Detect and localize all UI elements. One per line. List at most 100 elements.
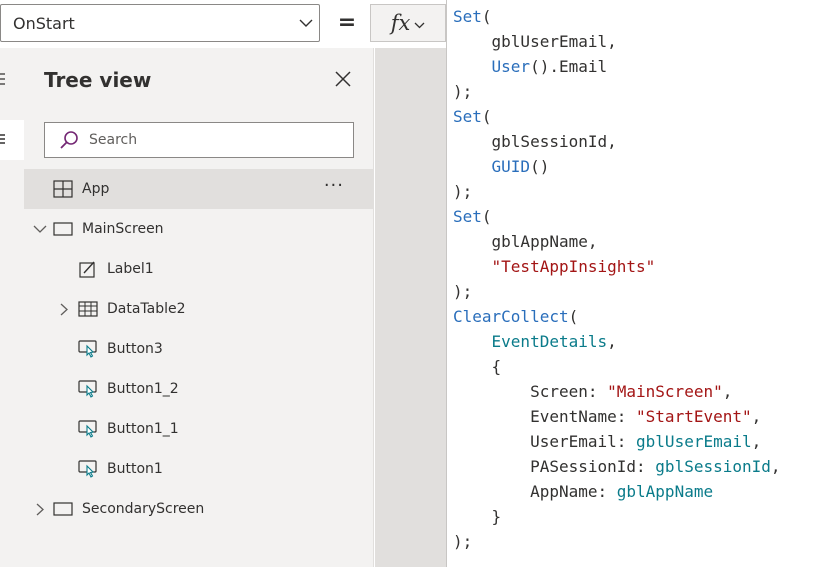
tree-item-label: Button3 — [107, 341, 163, 357]
equals-sign: = — [337, 10, 357, 35]
code-token: , — [770, 457, 781, 476]
tree-view-pane: Tree view App ··· MainScreen Label1 — [24, 48, 374, 567]
close-button[interactable] — [330, 68, 356, 94]
code-token: ( — [481, 107, 492, 126]
code-token: EventName: — [530, 407, 637, 426]
code-token: gblAppName, — [491, 232, 598, 251]
code-line: EventDetails, — [453, 329, 617, 354]
property-value: OnStart — [13, 13, 75, 33]
code-line: User().Email — [453, 54, 608, 79]
code-line: } — [453, 504, 502, 529]
code-token: gblUserEmail — [636, 432, 752, 451]
code-token: gblAppName — [616, 482, 714, 501]
code-token: Screen: — [530, 382, 608, 401]
code-line: gblUserEmail, — [453, 29, 617, 54]
code-token: , — [607, 332, 617, 351]
code-line: Screen: "MainScreen", — [453, 379, 732, 404]
chevron-right-icon[interactable] — [32, 503, 48, 516]
tree-item-label: SecondaryScreen — [82, 501, 205, 517]
code-line: ClearCollect( — [453, 304, 578, 329]
code-line: PASessionId: gblSessionId, — [453, 454, 781, 479]
left-rail — [0, 48, 24, 567]
tree-item-mainscreen[interactable]: MainScreen — [24, 209, 374, 249]
layers-icon — [0, 131, 6, 150]
list-icon — [0, 71, 6, 90]
code-token: User — [491, 57, 531, 76]
code-line: EventName: "StartEvent", — [453, 404, 761, 429]
search-icon — [45, 130, 87, 150]
tree-item-label: Button1_2 — [107, 381, 179, 397]
code-line: ); — [453, 79, 472, 104]
code-token: PASessionId: — [530, 457, 656, 476]
chevron-down-icon — [414, 14, 425, 33]
fx-icon: fx — [390, 11, 411, 35]
chevron-down-icon — [293, 19, 319, 28]
tree-item-label: Button1 — [107, 461, 163, 477]
code-line: Set( — [453, 104, 492, 129]
code-token: Set — [453, 7, 482, 26]
code-line: ); — [453, 529, 472, 554]
chevron-down-icon[interactable] — [32, 225, 48, 234]
tree-item-secondaryscreen[interactable]: SecondaryScreen — [24, 489, 374, 529]
search-input[interactable] — [87, 131, 341, 149]
code-token: "TestAppInsights" — [491, 257, 656, 276]
tree-item-label: App — [82, 181, 110, 197]
tree-item-datatable2[interactable]: DataTable2 — [24, 289, 374, 329]
fx-button[interactable]: fx — [370, 4, 446, 42]
property-dropdown[interactable]: OnStart — [0, 4, 320, 42]
code-token: gblSessionId — [655, 457, 771, 476]
code-token: ); — [453, 532, 473, 551]
code-line: ); — [453, 279, 472, 304]
code-token: ); — [453, 282, 473, 301]
tree-item-button1[interactable]: Button1 — [24, 449, 374, 489]
pane-title: Tree view — [44, 68, 152, 92]
tree-item-label: Button1_1 — [107, 421, 179, 437]
code-token: , — [751, 432, 762, 451]
screen-icon — [52, 502, 74, 516]
chevron-right-icon[interactable] — [56, 303, 72, 316]
tree-item-button1-2[interactable]: Button1_2 — [24, 369, 374, 409]
code-token: GUID — [491, 157, 531, 176]
code-line: { — [453, 354, 502, 379]
code-token: gblUserEmail, — [491, 32, 617, 51]
code-token: "StartEvent" — [636, 407, 752, 426]
code-token: Set — [453, 207, 482, 226]
button-icon — [77, 460, 99, 478]
screen-icon — [52, 222, 74, 236]
button-icon — [77, 340, 99, 358]
tree-item-label1[interactable]: Label1 — [24, 249, 374, 289]
more-options-button[interactable]: ··· — [324, 175, 344, 196]
app-icon — [52, 180, 74, 198]
code-token: ClearCollect — [453, 307, 569, 326]
code-line: Set( — [453, 4, 492, 29]
rail-item-insert[interactable] — [0, 60, 24, 100]
tree-item-button1-1[interactable]: Button1_1 — [24, 409, 374, 449]
code-token: ( — [481, 207, 492, 226]
code-token: EventDetails — [491, 332, 608, 351]
formula-editor[interactable]: Set( gblUserEmail, User().Email); Set( gb… — [446, 0, 839, 567]
code-line: GUID() — [453, 154, 550, 179]
code-token: Set — [453, 107, 482, 126]
rail-item-tree-view[interactable] — [0, 120, 24, 160]
tree-item-label: DataTable2 — [107, 301, 186, 317]
code-token: ); — [453, 82, 473, 101]
search-box[interactable] — [44, 122, 354, 158]
tree-item-button3[interactable]: Button3 — [24, 329, 374, 369]
code-token: { — [491, 357, 502, 376]
code-token: ( — [481, 7, 492, 26]
code-token: AppName: — [530, 482, 617, 501]
tree-item-app[interactable]: App ··· — [24, 169, 374, 209]
code-line: ); — [453, 179, 472, 204]
button-icon — [77, 380, 99, 398]
